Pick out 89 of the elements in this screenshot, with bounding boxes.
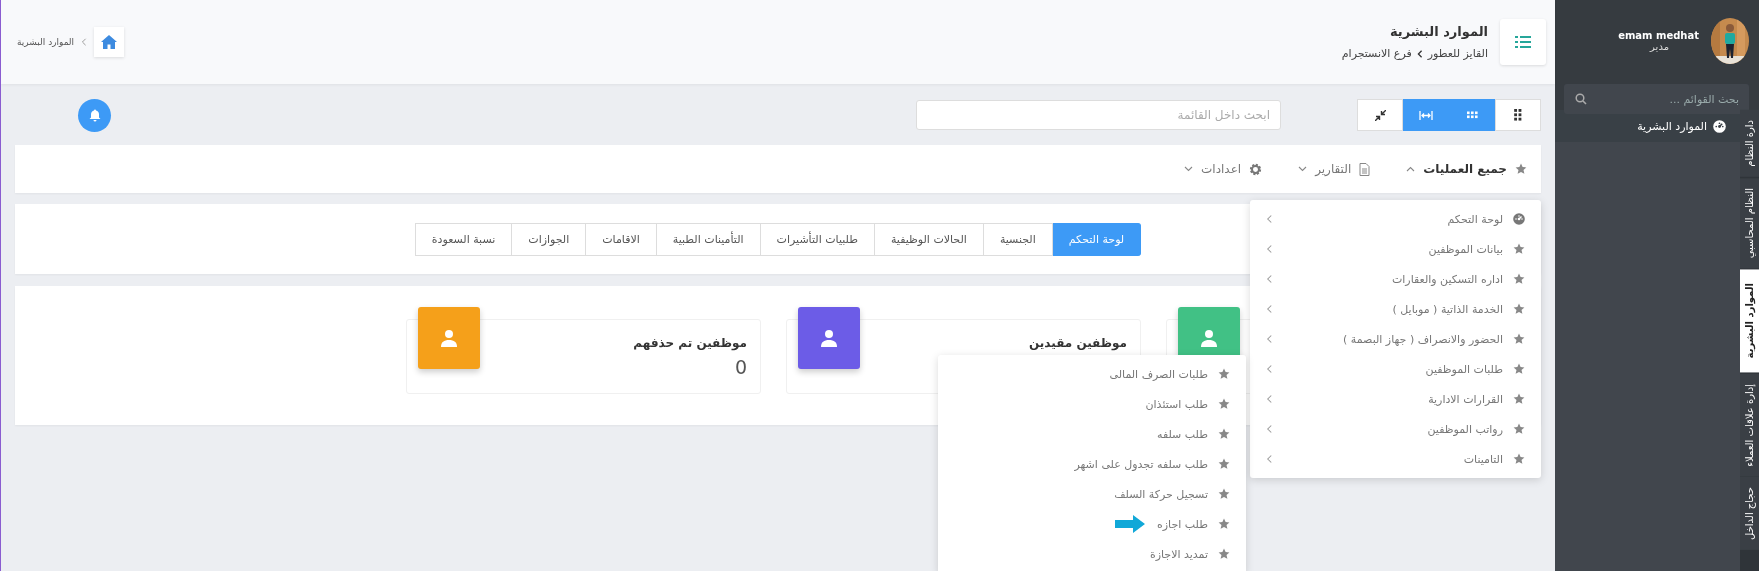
gauge-icon (1513, 213, 1525, 225)
menu-icon (1515, 35, 1531, 49)
module-tab[interactable]: الموارد البشرية (1740, 269, 1759, 373)
notification-button[interactable] (78, 98, 111, 132)
menu-item[interactable]: اداره التسكين والعقارات (1391, 272, 1503, 286)
star-icon (1218, 488, 1230, 500)
menu-item[interactable]: رواتب الموظفين (1427, 422, 1503, 436)
chevron-icon (1266, 334, 1273, 344)
chevron-icon (1266, 304, 1273, 314)
chevron-icon (1266, 394, 1273, 404)
menu-item[interactable]: التامينات (1463, 452, 1503, 466)
tab[interactable]: نسبة السعودة (414, 222, 513, 256)
star-icon (1513, 243, 1525, 255)
module-tab[interactable]: إدارة علاقات العملاء (1740, 373, 1759, 477)
grid-icon (1514, 109, 1522, 121)
star-icon (1513, 363, 1525, 375)
star-icon (1218, 368, 1230, 380)
breadcrumb-link[interactable]: فرع الانستجرام (1341, 47, 1412, 60)
star-icon (1513, 423, 1525, 435)
tab[interactable]: لوحة التحكم (1052, 222, 1142, 256)
document-icon (1359, 162, 1371, 176)
star-icon (1513, 273, 1525, 285)
tab[interactable]: الجنسية (983, 222, 1053, 256)
chevron-icon (1266, 244, 1273, 254)
chevron-icon (1266, 274, 1273, 284)
menu-item[interactable]: الخدمة الذاتية ( موبايل ) (1392, 302, 1503, 316)
menu-link[interactable]: اعدادات (1201, 162, 1242, 176)
compress-icon (1374, 109, 1386, 121)
search-field[interactable]: ابحث داخل القائمة (916, 100, 1281, 130)
menu-item[interactable]: طلبات الموظفين (1425, 362, 1503, 376)
menu-item[interactable]: طلب استئذان (1145, 397, 1208, 411)
menu-item[interactable]: تسجيل حركة السلف (1114, 487, 1208, 501)
user-icon (440, 329, 458, 347)
tab[interactable]: التأمينات الطبية (656, 222, 761, 256)
chevron-icon (1415, 49, 1424, 58)
menu-item[interactable]: تمديد الاجازة (1149, 547, 1208, 561)
menu-search-field[interactable]: بحث القوائم ... (1564, 84, 1749, 114)
chevron-icon (1266, 424, 1273, 434)
menu-item[interactable]: طلب اجازه (1157, 517, 1208, 531)
menu-link[interactable]: التقارير (1315, 162, 1352, 176)
menu-item[interactable]: الموارد البشرية (1637, 119, 1707, 133)
menu-link[interactable]: جميع العمليات (1423, 162, 1507, 176)
star-icon (1218, 428, 1230, 440)
menu-item[interactable]: بيانات الموظفين (1428, 242, 1503, 256)
user-icon (1200, 329, 1218, 347)
star-icon (1513, 303, 1525, 315)
module-tab[interactable]: النظام المحاسبي (1740, 177, 1759, 269)
page-title: الموارد البشرية (1388, 24, 1488, 39)
star-icon (1218, 548, 1230, 560)
star-icon (1218, 458, 1230, 470)
user-name: emam medhat (1618, 30, 1699, 41)
star-icon (1513, 333, 1525, 345)
module-tab[interactable]: دارة النظام (1740, 110, 1759, 177)
tab[interactable]: الاقامات (586, 222, 657, 256)
star-icon (1218, 398, 1230, 410)
search-icon (1575, 93, 1587, 105)
star-icon (1513, 393, 1525, 405)
menu-item[interactable]: لوحة التحكم (1447, 212, 1503, 226)
gauge-icon (1713, 119, 1726, 133)
user-role: مدير (1650, 41, 1669, 52)
menu-item[interactable]: الحضور والانصراف ( جهاز البصمة ) (1343, 332, 1503, 346)
tab[interactable]: الحالات الوظيفية (874, 222, 984, 256)
stat-label: موظفين مقيدين (1029, 336, 1127, 350)
breadcrumb-link[interactable]: الموارد البشرية (17, 37, 75, 47)
breadcrumb-link[interactable]: القايز للعطور (1427, 47, 1488, 60)
tab[interactable]: طلبيات التأشيرات (760, 222, 875, 256)
gear-icon (1249, 162, 1263, 176)
star-icon (1515, 163, 1527, 175)
chevron-icon (80, 38, 89, 46)
chevron-icon (1266, 364, 1273, 374)
menu-item[interactable]: طلب سلفه تجدول على اشهر (1074, 457, 1208, 471)
tab[interactable]: الجوازات (512, 222, 587, 256)
star-icon (1218, 518, 1230, 530)
stat-value: 0 (734, 356, 747, 378)
user-icon (820, 329, 838, 347)
menu-button[interactable] (1500, 19, 1546, 65)
grid-icon (1466, 111, 1478, 119)
menu-item[interactable]: القرارات الادارية (1428, 392, 1503, 406)
home-icon (101, 35, 118, 49)
menu-item[interactable]: طلب سلفه (1157, 427, 1208, 441)
menu-item[interactable]: طلبات الصرف المالى (1109, 367, 1208, 381)
bell-icon (88, 108, 101, 122)
module-tab[interactable]: حجاج الداخل (1740, 477, 1759, 551)
expand-icon (1419, 110, 1433, 120)
star-icon (1513, 453, 1525, 465)
chevron-icon (1266, 454, 1273, 464)
home-button[interactable] (94, 27, 125, 57)
chevron-icon (1266, 214, 1273, 224)
stat-label: موظفين تم حذفهم (633, 336, 747, 350)
